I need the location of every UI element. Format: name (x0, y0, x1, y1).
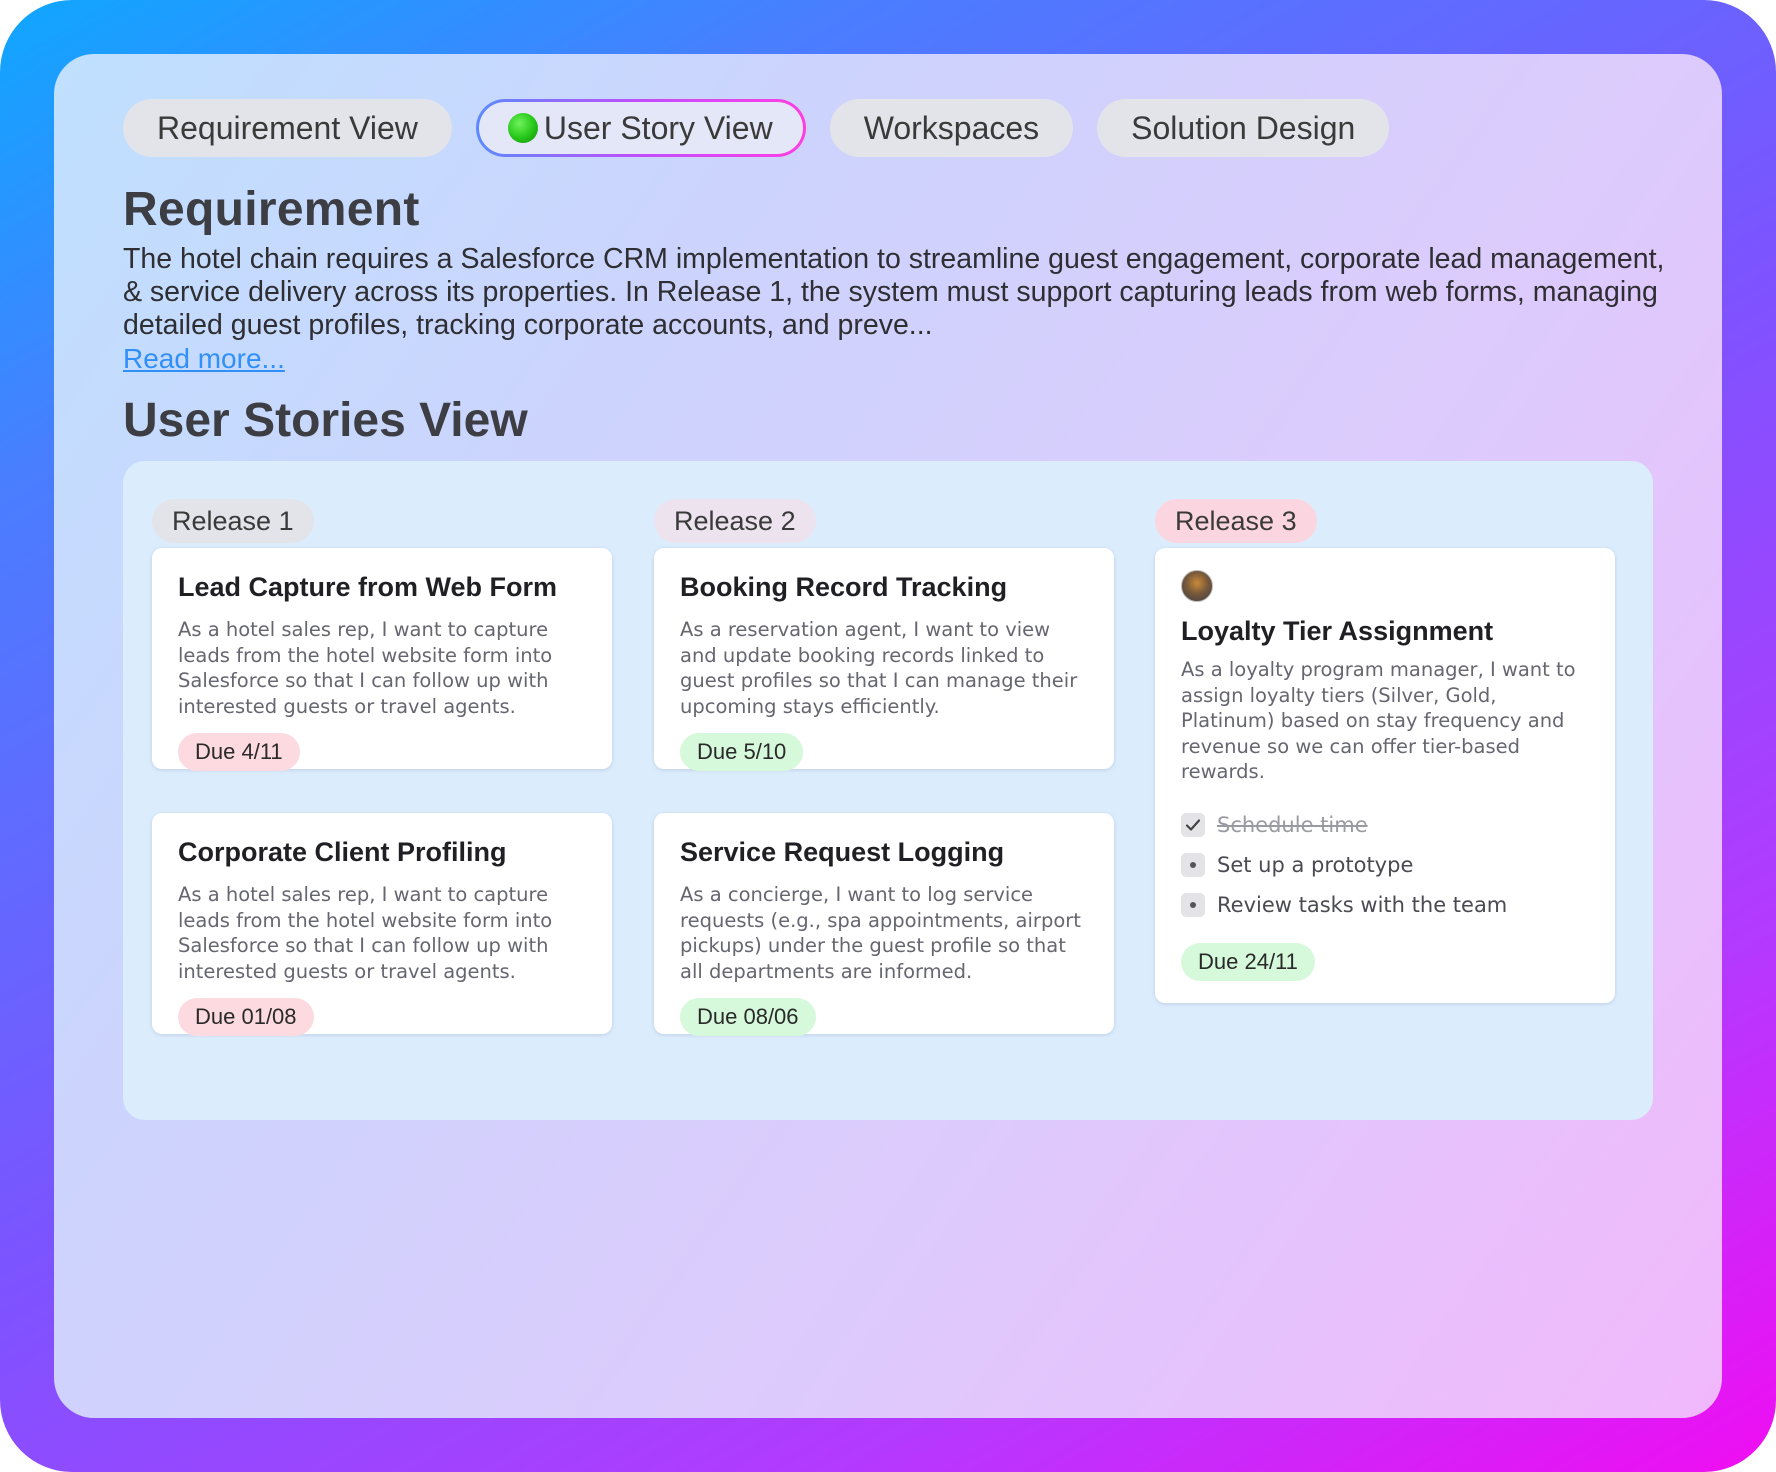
tab-label: Requirement View (157, 109, 418, 146)
release-column-1: Release 1 Lead Capture from Web Form As … (152, 499, 612, 1036)
story-card-service-request[interactable]: Service Request Logging As a concierge, … (654, 813, 1114, 1036)
avatar-icon[interactable] (1181, 570, 1213, 602)
task-checklist: Schedule time Set up a prototype Review … (1181, 805, 1589, 925)
tab-label: User Story View (543, 109, 773, 146)
user-stories-board: Release 1 Lead Capture from Web Form As … (123, 461, 1653, 1120)
checkbox[interactable] (1181, 812, 1205, 837)
tab-label: Solution Design (1131, 109, 1356, 146)
card-title: Loyalty Tier Assignment (1181, 616, 1494, 646)
checklist-item[interactable]: Set up a prototype (1181, 845, 1589, 885)
green-dot-icon (507, 113, 538, 143)
requirement-heading: Requirement (123, 183, 420, 236)
card-description: As a reservation agent, I want to view a… (680, 618, 1078, 718)
checklist-item-text: Review tasks with the team (1217, 892, 1508, 917)
requirement-text: The hotel chain requires a Salesforce CR… (123, 243, 1665, 341)
card-description: As a loyalty program manager, I want to … (1181, 658, 1576, 783)
card-title: Service Request Logging (680, 837, 1005, 867)
release-label: Release 1 (152, 499, 314, 543)
due-badge: Due 08/06 (680, 998, 816, 1036)
tab-user-story-view[interactable]: User Story View (476, 99, 806, 157)
story-card-booking-record[interactable]: Booking Record Tracking As a reservation… (654, 548, 1114, 771)
bullet-icon (1190, 901, 1196, 908)
check-icon (1185, 818, 1201, 831)
release-label: Release 2 (654, 499, 816, 543)
tab-label: Workspaces (863, 109, 1040, 146)
read-more-link[interactable]: Read more... (123, 343, 285, 375)
checklist-item[interactable]: Schedule time (1181, 805, 1589, 845)
card-title: Corporate Client Profiling (178, 837, 507, 867)
story-card-corporate-client[interactable]: Corporate Client Profiling As a hotel sa… (152, 813, 612, 1036)
checklist-item-text: Set up a prototype (1217, 852, 1414, 877)
checklist-item[interactable]: Review tasks with the team (1181, 885, 1589, 925)
release-column-2: Release 2 Booking Record Tracking As a r… (654, 499, 1114, 1036)
tab-workspaces[interactable]: Workspaces (829, 99, 1074, 157)
checkbox[interactable] (1181, 852, 1205, 877)
gradient-frame: Requirement View User Story View Workspa… (0, 0, 1776, 1472)
card-description: As a hotel sales rep, I want to capture … (178, 883, 553, 983)
checkbox[interactable] (1181, 892, 1205, 917)
release-column-3: Release 3 Loyalty Tier Assignment As a l… (1155, 499, 1615, 1003)
release-label: Release 3 (1155, 499, 1317, 543)
due-badge: Due 4/11 (178, 733, 300, 771)
card-title: Booking Record Tracking (680, 572, 1008, 602)
card-description: As a hotel sales rep, I want to capture … (178, 618, 553, 718)
due-badge: Due 24/11 (1181, 942, 1315, 981)
user-stories-heading: User Stories View (123, 394, 528, 447)
tab-solution-design[interactable]: Solution Design (1097, 99, 1390, 157)
due-badge: Due 01/08 (178, 998, 314, 1036)
checklist-item-text: Schedule time (1217, 812, 1368, 837)
story-card-loyalty-tier[interactable]: Loyalty Tier Assignment As a loyalty pro… (1155, 548, 1615, 1003)
view-tabs: Requirement View User Story View Workspa… (123, 99, 1390, 157)
due-badge: Due 5/10 (680, 733, 804, 771)
card-description: As a concierge, I want to log service re… (680, 883, 1081, 983)
story-card-lead-capture[interactable]: Lead Capture from Web Form As a hotel sa… (152, 548, 612, 771)
bullet-icon (1190, 861, 1196, 868)
card-title: Lead Capture from Web Form (178, 572, 558, 602)
app-window: Requirement View User Story View Workspa… (54, 54, 1722, 1418)
tab-requirement-view[interactable]: Requirement View (123, 99, 452, 157)
